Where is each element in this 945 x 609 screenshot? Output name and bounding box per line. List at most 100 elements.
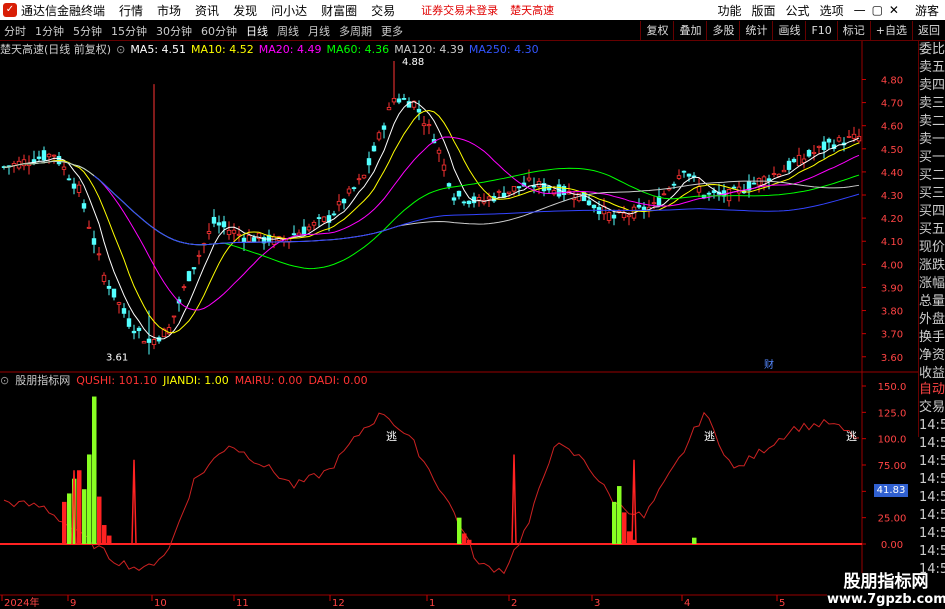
side-turnover: 换手 xyxy=(919,330,945,345)
price-tick-label: 4.30 xyxy=(881,191,903,202)
ma-line xyxy=(3,160,860,246)
side-sell1: 卖一 xyxy=(919,132,945,147)
candle-body xyxy=(731,186,737,189)
candle-body xyxy=(636,204,642,208)
tick-time: 14:56 xyxy=(919,454,945,469)
price-tick-label: 4.50 xyxy=(881,145,903,156)
chart-title: 楚天高速(日线 前复权) xyxy=(0,43,112,56)
qushi-line xyxy=(3,411,860,575)
candle-body xyxy=(476,197,482,201)
side-sell5: 卖五 xyxy=(919,60,945,75)
escape-signal-label: 逃 xyxy=(386,430,397,443)
kline-chart[interactable]: 4.80 4.70 4.60 4.50 4.40 4.30 4.20 4.10 4.00 3.90… xyxy=(0,0,945,609)
candle-body xyxy=(251,237,257,242)
candle-body xyxy=(146,338,152,343)
price-tick-label: 4.00 xyxy=(881,260,903,271)
indicator-tick-label: 100.0 xyxy=(878,435,907,446)
candle-body xyxy=(611,214,617,219)
candle-body xyxy=(466,200,472,205)
candle-body xyxy=(781,169,787,173)
candle-body xyxy=(346,188,352,194)
candle-body xyxy=(696,186,702,193)
indicator-bar xyxy=(627,531,632,544)
candle-body xyxy=(446,183,452,187)
side-sell3: 卖三 xyxy=(919,96,945,111)
side-buy4: 买四 xyxy=(919,204,945,219)
signal-spike xyxy=(131,459,137,545)
indicator-tick-label: 0.00 xyxy=(881,540,903,551)
candle-body xyxy=(126,318,132,327)
indicator-tick-label: 75.00 xyxy=(878,461,907,472)
escape-signal-label: 逃 xyxy=(704,430,715,443)
candle-body xyxy=(751,182,757,185)
signal-spike xyxy=(631,459,637,545)
tick-time: 14:56 xyxy=(919,526,945,541)
ma250-label: MA250: 4.30 xyxy=(468,42,539,56)
candle-body xyxy=(416,108,422,113)
candle-body xyxy=(681,170,687,173)
candle-body xyxy=(36,156,42,159)
x-tick-label: 1 xyxy=(429,598,435,609)
price-tick-label: 4.80 xyxy=(881,75,903,86)
tick-time: 14:56 xyxy=(919,418,945,433)
candle-body xyxy=(396,98,402,103)
candle-body xyxy=(766,178,772,182)
candle-body xyxy=(206,231,212,234)
candle-body xyxy=(836,137,842,142)
candle-body xyxy=(846,136,852,138)
side-trade[interactable]: 交易 xyxy=(919,399,945,417)
side-volume: 总量 xyxy=(919,294,945,309)
indicator-legend: ⊙ 股朋指标网 QUSHI: 101.10 JIANDI: 1.00 MAIRU… xyxy=(0,372,374,388)
price-tick-label: 3.70 xyxy=(881,330,903,341)
indicator-tick-label: 125.0 xyxy=(878,408,907,419)
price-tick-label: 3.90 xyxy=(881,283,903,294)
candle-body xyxy=(436,149,442,154)
candle-body xyxy=(726,189,732,202)
price-tick-label: 4.10 xyxy=(881,237,903,248)
candle-body xyxy=(341,198,347,204)
indicator-bar xyxy=(692,537,697,544)
indicator-arrow-icon[interactable]: ⊙ xyxy=(0,374,9,387)
candle-body xyxy=(246,235,252,242)
ma-line xyxy=(3,136,860,311)
candle-body xyxy=(131,330,137,334)
x-tick-label: 9 xyxy=(70,598,76,609)
candle-body xyxy=(121,308,127,314)
side-buy2: 买二 xyxy=(919,168,945,183)
candle-body xyxy=(96,253,102,256)
ma120-label: MA120: 4.39 xyxy=(394,42,464,56)
candle-body xyxy=(826,138,832,143)
side-netasset: 净资 xyxy=(919,348,945,363)
candle-body xyxy=(191,267,197,270)
watermark: 股朋指标网 www.7gpzb.com xyxy=(827,573,945,609)
finance-marker: 财 xyxy=(764,358,774,371)
side-change-pct: 涨幅 xyxy=(919,276,945,291)
quote-side-panel: 委比 卖五 卖四 卖三 卖二 卖一 买一 买二 买三 买四 买五 现价 涨跌 涨… xyxy=(918,41,945,437)
candle-body xyxy=(421,123,427,127)
price-tick-label: 3.80 xyxy=(881,307,903,318)
candle-body xyxy=(456,190,462,197)
candle-body xyxy=(671,183,677,186)
indicator-bar xyxy=(77,470,82,544)
candle-body xyxy=(586,200,592,206)
x-tick-label: 10 xyxy=(154,598,167,609)
candle-body xyxy=(216,222,222,226)
candle-body xyxy=(196,254,202,257)
side-auto[interactable]: 自动 xyxy=(919,381,945,399)
indicator-name[interactable]: 股朋指标网 xyxy=(15,372,70,388)
candle-body xyxy=(21,159,27,167)
indicator-bar xyxy=(462,533,467,544)
candle-body xyxy=(236,233,242,236)
x-tick-label: 4 xyxy=(684,598,690,609)
candle-body xyxy=(511,186,517,192)
candle-body xyxy=(676,175,682,179)
candle-body xyxy=(291,233,297,236)
dadi-label: DADI: 0.00 xyxy=(308,373,368,387)
legend-arrow-icon[interactable]: ⊙ xyxy=(116,43,125,56)
low-price-label: 3.61 xyxy=(106,352,128,363)
candle-body xyxy=(316,217,322,219)
candle-body xyxy=(171,315,177,318)
candle-body xyxy=(366,158,372,166)
side-weibi: 委比 xyxy=(919,42,945,57)
side-change: 涨跌 xyxy=(919,258,945,273)
